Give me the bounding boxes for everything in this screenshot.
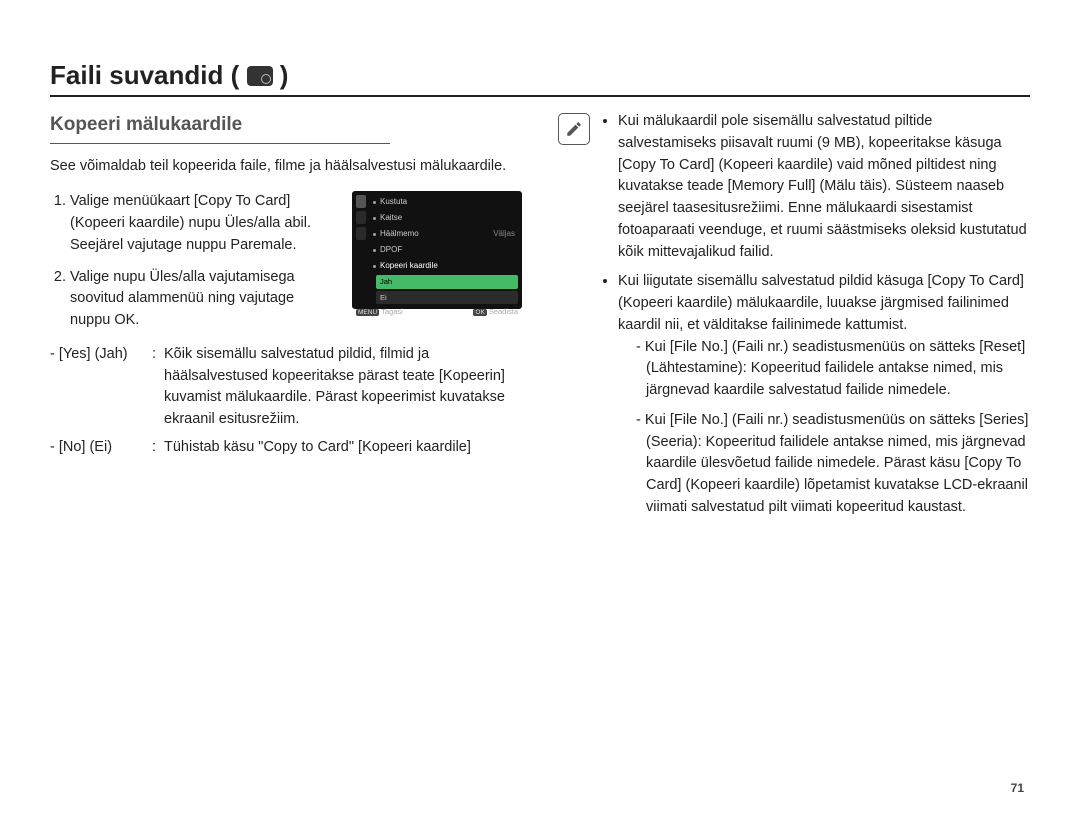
lcd-tabs — [356, 195, 366, 304]
play-mode-icon — [247, 66, 273, 86]
option-no-label: - [No] (Ei) — [50, 437, 152, 459]
lcd-item-protect: Kaitse — [370, 211, 518, 225]
option-no-desc: Tühistab käsu "Copy to Card" [Kopeeri ka… — [164, 437, 522, 459]
note-sub-a: Kui [File No.] (Faili nr.) seadistusmenü… — [636, 337, 1030, 402]
camera-lcd-preview: Kustuta Kaitse HäälmemoVäljas DPOF Kopee… — [352, 191, 522, 309]
right-column: Kui mälukaardil pole sisemällu salvestat… — [558, 111, 1030, 527]
manual-page: Faili suvandid ( ) Kopeeri mälukaardile … — [0, 0, 1080, 815]
note-sub-b: Kui [File No.] (Faili nr.) seadistusmenü… — [636, 410, 1030, 519]
title-text: Faili suvandid — [50, 60, 223, 90]
steps-text: Valige menüükaart [Copy To Card] (Kopeer… — [50, 191, 338, 342]
note-block: Kui mälukaardil pole sisemällu salvestat… — [558, 111, 1030, 527]
intro-text: See võimaldab teil kopeerida faile, film… — [50, 156, 522, 178]
lcd-item-delete: Kustuta — [370, 195, 518, 209]
steps-list: Valige menüükaart [Copy To Card] (Kopeer… — [50, 191, 338, 332]
option-no: - [No] (Ei) : Tühistab käsu "Copy to Car… — [50, 437, 522, 459]
option-sep: : — [152, 437, 164, 459]
section-subheading: Kopeeri mälukaardile — [50, 111, 390, 144]
note-bullet-2: Kui liigutate sisemällu salvestatud pild… — [618, 271, 1030, 518]
left-column: Kopeeri mälukaardile See võimaldab teil … — [50, 111, 522, 527]
lcd-footer: MENUTagasi OKSeadista — [356, 304, 518, 318]
page-title-row: Faili suvandid ( ) — [50, 60, 1030, 97]
lcd-menu: Kustuta Kaitse HäälmemoVäljas DPOF Kopee… — [370, 195, 518, 304]
note-bullet-1: Kui mälukaardil pole sisemällu salvestat… — [618, 111, 1030, 263]
lcd-tab-2 — [356, 211, 366, 224]
note-icon — [558, 113, 590, 145]
step-2: Valige nupu Üles/alla vajutamisega soovi… — [70, 267, 338, 332]
note-bullet-2-text: Kui liigutate sisemällu salvestatud pild… — [618, 273, 1024, 333]
lcd-body: Kustuta Kaitse HäälmemoVäljas DPOF Kopee… — [356, 195, 518, 304]
step-1: Valige menüükaart [Copy To Card] (Kopeer… — [70, 191, 338, 256]
option-yes: - [Yes] (Jah) : Kõik sisemällu salvestat… — [50, 344, 522, 431]
option-yes-label: - [Yes] (Jah) — [50, 344, 152, 366]
lcd-item-copy: Kopeeri kaardile — [370, 259, 518, 273]
steps-and-lcd: Valige menüükaart [Copy To Card] (Kopeer… — [50, 191, 522, 342]
note-sub-list: Kui [File No.] (Faili nr.) seadistusmenü… — [618, 337, 1030, 519]
option-definitions: - [Yes] (Jah) : Kõik sisemällu salvestat… — [50, 344, 522, 459]
lcd-item-dpof: DPOF — [370, 243, 518, 257]
page-title: Faili suvandid ( ) — [50, 60, 288, 91]
pencil-icon — [565, 120, 583, 138]
option-yes-desc: Kõik sisemällu salvestatud pildid, filmi… — [164, 344, 522, 431]
paren-open: ( — [231, 60, 240, 90]
note-bullets: Kui mälukaardil pole sisemällu salvestat… — [600, 111, 1030, 519]
lcd-tab-1 — [356, 195, 366, 208]
lcd-submenu: Jah Ei — [376, 275, 518, 304]
content-columns: Kopeeri mälukaardile See võimaldab teil … — [50, 111, 1030, 527]
lcd-footer-set: OKSeadista — [473, 306, 518, 318]
paren-close: ) — [280, 60, 289, 90]
lcd-tab-3 — [356, 227, 366, 240]
page-number: 71 — [1011, 781, 1024, 795]
lcd-sub-yes: Jah — [376, 275, 518, 288]
lcd-footer-back: MENUTagasi — [356, 306, 403, 318]
option-sep: : — [152, 344, 164, 366]
note-body: Kui mälukaardil pole sisemällu salvestat… — [600, 111, 1030, 527]
lcd-item-voicememo: HäälmemoVäljas — [370, 227, 518, 241]
lcd-sub-no: Ei — [376, 291, 518, 304]
